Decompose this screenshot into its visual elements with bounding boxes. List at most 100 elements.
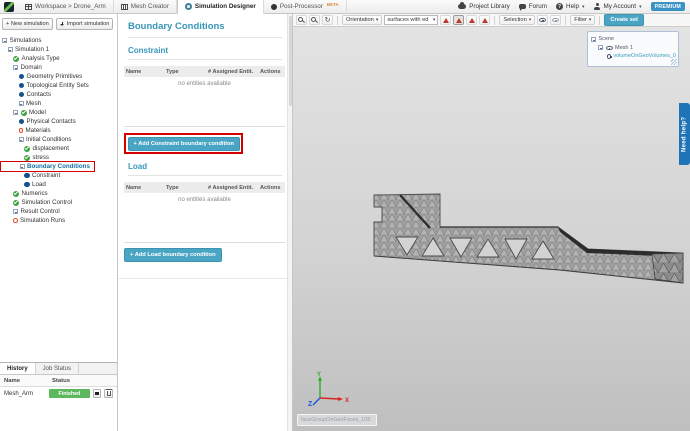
scrollbar-thumb[interactable] [289,16,292,106]
tree-item-label: Load [32,181,46,188]
check-icon [13,191,19,197]
reset-view-button[interactable] [322,15,333,25]
add-constraint-button[interactable]: + Add Constraint boundary condition [128,137,240,151]
import-simulation-button[interactable]: Import simulation [56,18,114,30]
tree-item-displacement[interactable]: displacement [0,144,117,153]
eye-icon[interactable] [606,46,613,51]
tree-item-physical-contacts[interactable]: Physical Contacts [0,117,117,126]
collapse-icon[interactable] [591,37,596,42]
topbar-item-my-account[interactable]: My Account [594,3,642,10]
tree-item-load[interactable]: Load [0,180,117,189]
table-constraint: NameType# Assigned Entit.Actionsno entit… [124,66,285,127]
scene-tree-overlay[interactable]: Scene Mesh 1 volumeOnGeoVolumes_0 [587,31,679,67]
tree-item-label: Contacts [27,91,51,98]
mesh-display-button-4[interactable] [479,15,490,25]
tree-item-topological-entity-sets[interactable]: Topological Entity Sets [0,81,117,90]
selection-label: Selection [503,17,526,23]
show-entities-button[interactable] [537,15,548,25]
history-tab-history[interactable]: History [0,363,36,374]
tab-simulation-designer[interactable]: Simulation Designer [177,0,264,14]
tree-item-label: stress [33,154,50,161]
scene-root-row[interactable]: Scene [591,35,676,44]
node-icon [19,83,25,89]
x-axis-label: X [345,398,349,404]
zoom-window-button[interactable] [309,15,320,25]
drone-arm-mesh-model[interactable] [372,193,684,285]
workspace-breadcrumb[interactable]: Workspace > Drone_Arm [18,0,114,14]
history-header: NameStatus [0,375,117,387]
need-help-tab[interactable]: Need help? [679,103,690,165]
collapse-icon [19,101,24,106]
mesh-display-button-3[interactable] [466,15,477,25]
tab-mesh-creator[interactable]: Mesh Creator [114,0,177,14]
mesh-display-button-1[interactable] [440,15,451,25]
tree-item-mesh[interactable]: Mesh [0,99,117,108]
mesh-display-button-2[interactable] [453,15,464,25]
selection-dropdown[interactable]: Selection [499,15,535,25]
panel-scrollbar[interactable] [287,14,292,431]
button-row: + Add Constraint boundary condition [124,133,292,154]
tree-item-label: Simulation Control [22,199,73,206]
tree-item-analysis-type[interactable]: Analysis Type [0,54,117,63]
tree-item-constraint[interactable]: Constraint [0,171,117,180]
tree-item-label: Model [29,109,46,116]
tree-item-domain[interactable]: Domain [0,63,117,72]
filter-dropdown[interactable]: Filter [570,15,595,25]
app-logo-icon[interactable] [4,2,14,12]
collapse-icon[interactable] [598,45,603,50]
new-simulation-label: + New simulation [6,21,49,27]
tab-post-processor[interactable]: Post-ProcessorBETA [264,0,347,14]
zoom-in-button[interactable] [296,15,307,25]
new-simulation-button[interactable]: + New simulation [2,18,53,30]
topbar-item-help[interactable]: Help [556,3,584,10]
tree-item-label: Physical Contacts [27,118,76,125]
table-load: NameType# Assigned Entit.Actionsno entit… [124,182,285,243]
boundary-conditions-panel: Boundary Conditions ConstraintNameType# … [118,14,293,431]
scene-mesh-row[interactable]: Mesh 1 [591,44,676,53]
history-tab-job-status[interactable]: Job Status [36,363,79,374]
y-axis-label: Y [317,372,321,378]
tree-item-simulations[interactable]: Simulations [0,36,117,45]
check-icon [21,110,27,116]
viewport-canvas[interactable]: Scene Mesh 1 volumeOnGeoVolumes_0 Y X Z … [293,27,690,431]
toolbar-separator [494,16,495,25]
viewport-toolbar: Orientation surfaces with ed Selection F… [293,14,690,27]
scene-volume-row[interactable]: volumeOnGeoVolumes_0 [591,52,676,61]
check-icon [24,146,30,152]
node-icon [19,119,25,125]
add-load-button[interactable]: + Add Load boundary condition [124,248,222,262]
stop-run-button[interactable] [93,389,102,398]
topbar-right: Project LibraryForumHelpMy AccountPREMIU… [458,2,690,11]
chevron-down-icon [582,3,585,10]
collapse-icon [13,65,18,70]
collapse-icon [13,209,18,214]
tree-item-initial-conditions[interactable]: Initial Conditions [0,135,117,144]
hide-entities-button[interactable] [550,15,561,25]
render-mode-select[interactable]: surfaces with ed [384,15,438,25]
hover-entity-label: faceGroupOnGeoFaces_108 [297,414,377,426]
history-column-name: Name [4,378,52,384]
tree-item-geometry-primitives[interactable]: Geometry Primitives [0,72,117,81]
delete-run-button[interactable] [104,389,113,398]
tree-item-materials[interactable]: Materials [0,126,117,135]
tree-item-model[interactable]: Model [0,108,117,117]
eye-icon[interactable] [607,54,611,59]
tree-item-label: Domain [21,64,42,71]
tree-item-simulation-1[interactable]: Simulation 1 [0,45,117,54]
orientation-dropdown[interactable]: Orientation [342,15,382,25]
table-header: NameType# Assigned Entit.Actions [124,66,285,77]
history-row[interactable]: Mesh_ArmFinished [0,387,117,400]
column-type: Type [166,185,208,191]
tree-item-label: Simulation 1 [15,46,49,53]
create-set-button[interactable]: Create set [604,14,644,26]
tree-item-contacts[interactable]: Contacts [0,90,117,99]
toolbar-separator [565,16,566,25]
tree-item-simulation-control[interactable]: Simulation Control [0,198,117,207]
eye-off-icon [552,18,559,23]
topbar-item-forum[interactable]: Forum [519,3,547,10]
stop-icon [95,392,99,396]
topbar-item-project-library[interactable]: Project Library [458,3,510,10]
tree-item-simulation-runs[interactable]: Simulation Runs [0,216,117,225]
tree-item-numerics[interactable]: Numerics [0,189,117,198]
tree-item-result-control[interactable]: Result Control [0,207,117,216]
